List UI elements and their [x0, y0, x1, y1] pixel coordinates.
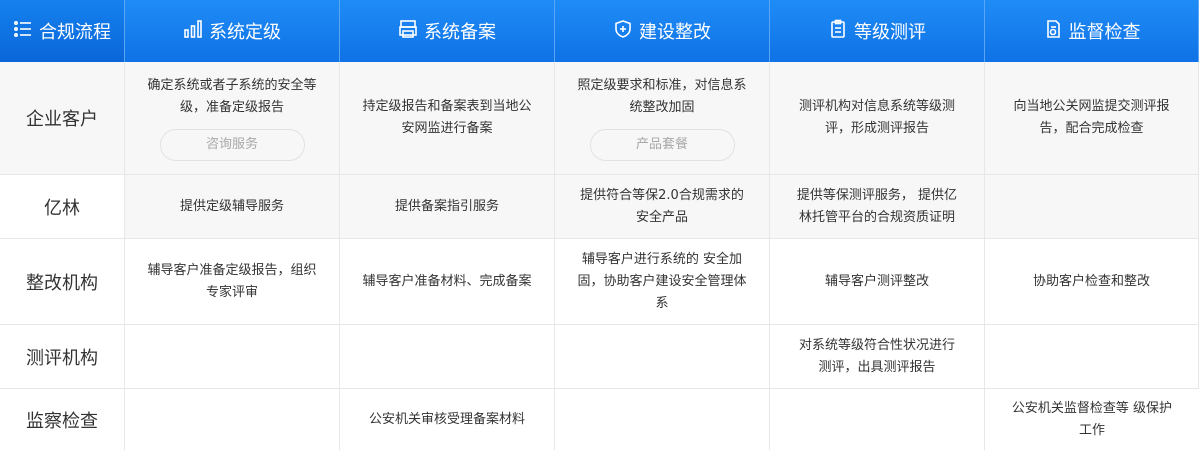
cell-text: 向当地公关网监提交测评报告，配合完成检查: [1013, 99, 1170, 136]
table-cell: [555, 325, 770, 389]
cell-text: 测评机构对信息系统等级测评，形成测评报告: [798, 99, 955, 136]
cell-text: 确定系统或者子系统的安全等级，准备定级报告: [147, 78, 317, 115]
consult-service-button[interactable]: 咨询服务: [159, 129, 305, 161]
table-cell: 向当地公关网监提交测评报告，配合完成检查: [985, 62, 1199, 175]
table-cell: 公安机关审核受理备案材料: [340, 389, 555, 450]
row-label-enterprise: 企业客户: [0, 62, 125, 175]
product-package-button[interactable]: 产品套餐: [589, 129, 735, 161]
header-step-grading: 系统定级: [125, 0, 340, 62]
cell-text: 对系统等级符合性状况进行 测评，出具测评报告: [798, 337, 955, 375]
printer-icon: [398, 19, 418, 44]
row-label-rectification-org: 整改机构: [0, 239, 125, 325]
cell-text: 公安机关监督检查等 级保护工作: [1011, 400, 1173, 438]
table-cell: 确定系统或者子系统的安全等级，准备定级报告 咨询服务: [125, 62, 340, 175]
cell-text: 辅导客户准备材料、完成备案: [362, 273, 532, 289]
table-cell: [340, 325, 555, 389]
table-cell: 提供等保测评服务， 提供亿林托管平台的合规资质证明: [770, 175, 985, 239]
list-icon: [13, 19, 33, 44]
header-step-label: 系统备案: [424, 22, 496, 43]
table-cell: [125, 389, 340, 450]
header-step-rectification: 建设整改: [555, 0, 770, 62]
table-cell: 对系统等级符合性状况进行 测评，出具测评报告: [770, 325, 985, 389]
table-cell: [985, 175, 1199, 239]
table-cell: 公安机关监督检查等 级保护工作: [985, 389, 1199, 450]
table-cell: 辅导客户测评整改: [770, 239, 985, 325]
header-step-assessment: 等级测评: [770, 0, 985, 62]
table-cell: [125, 325, 340, 389]
header-corner-label: 合规流程: [39, 22, 111, 43]
header-corner: 合规流程: [0, 0, 125, 62]
cell-text: 辅导客户进行系统的 安全加固，协助客户建设安全管理体系: [577, 251, 747, 311]
table-cell: 照定级要求和标准，对信息系统整改加固 产品套餐: [555, 62, 770, 175]
table-cell: 持定级报告和备案表到当地公安网监进行备案: [340, 62, 555, 175]
header-step-label: 等级测评: [854, 22, 926, 43]
cell-text: 照定级要求和标准，对信息系统整改加固: [577, 78, 747, 115]
cell-text: 提供符合等保2.0合规需求的安全产品: [580, 187, 744, 225]
compliance-process-table: 合规流程 系统定级 系统备案 建设整改 等级测评 监督检查 企业客户 确定系统或…: [0, 0, 1199, 450]
table-cell: 协助客户检查和整改: [985, 239, 1199, 325]
row-label-supervision: 监察检查: [0, 389, 125, 450]
cell-text: 提供定级辅导服务: [179, 198, 284, 214]
cell-text: 辅导客户测评整改: [824, 273, 929, 289]
cell-text: 提供等保测评服务， 提供亿林托管平台的合规资质证明: [796, 187, 958, 225]
header-step-label: 系统定级: [209, 22, 281, 43]
cell-text: 持定级报告和备案表到当地公安网监进行备案: [362, 99, 532, 136]
table-cell: 提供定级辅导服务: [125, 175, 340, 239]
row-label-yilin: 亿林: [0, 175, 125, 239]
table-cell: 提供备案指引服务: [340, 175, 555, 239]
header-step-label: 监督检查: [1068, 22, 1141, 43]
table-cell: [985, 325, 1199, 389]
cell-text: 公安机关审核受理备案材料: [368, 411, 525, 427]
table-cell: 提供符合等保2.0合规需求的安全产品: [555, 175, 770, 239]
header-step-inspection: 监督检查: [985, 0, 1199, 62]
bar-chart-icon: [183, 19, 203, 44]
table-cell: [555, 389, 770, 450]
shield-plus-icon: [613, 19, 633, 44]
cell-text: 提供备案指引服务: [394, 198, 499, 214]
table-cell: 辅导客户准备材料、完成备案: [340, 239, 555, 325]
table-cell: 测评机构对信息系统等级测评，形成测评报告: [770, 62, 985, 175]
row-label-assessment-org: 测评机构: [0, 325, 125, 389]
header-step-label: 建设整改: [639, 22, 711, 43]
table-cell: [770, 389, 985, 450]
cell-text: 辅导客户准备定级报告，组织专家评审: [147, 262, 317, 300]
header-step-filing: 系统备案: [340, 0, 555, 62]
cell-text: 协助客户检查和整改: [1032, 273, 1150, 289]
clipboard-icon: [828, 19, 848, 44]
table-cell: 辅导客户准备定级报告，组织专家评审: [125, 239, 340, 325]
document-check-icon: [1043, 19, 1063, 44]
table-cell: 辅导客户进行系统的 安全加固，协助客户建设安全管理体系: [555, 239, 770, 325]
